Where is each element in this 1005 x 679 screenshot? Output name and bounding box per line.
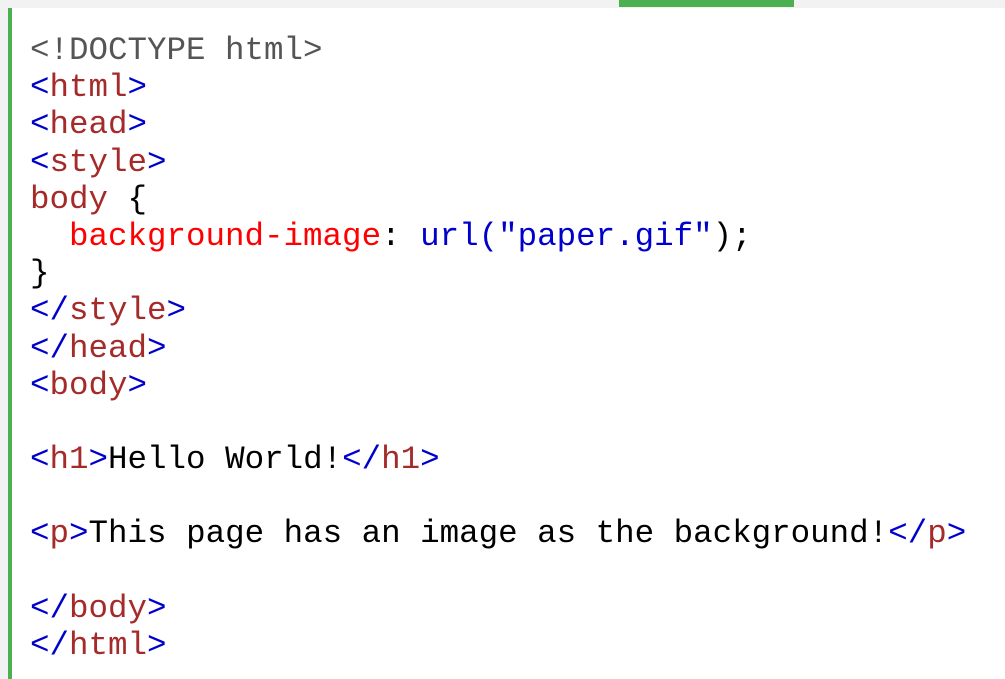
- code-text: This page has an image as the background…: [88, 515, 889, 553]
- tag-bracket: >: [147, 589, 167, 627]
- tag-bracket: <: [30, 69, 50, 107]
- tag-bracket: >: [147, 627, 167, 664]
- tag-bracket: >: [127, 366, 148, 404]
- css-value: "paper.gif": [498, 217, 713, 255]
- tag-name: html: [69, 627, 148, 664]
- code-block: <!DOCTYPE html> <html> <head> <style> body {…: [30, 32, 966, 664]
- code-line: <h1>Hello World!</h1>: [30, 441, 966, 478]
- code-line: background-image: url("paper.gif");: [30, 218, 966, 255]
- code-text: {: [108, 180, 148, 218]
- code-line: </html>: [30, 627, 966, 664]
- code-text: );: [712, 217, 752, 255]
- code-line: }: [30, 255, 966, 292]
- code-text: :: [381, 217, 421, 255]
- tag-name: h1: [381, 441, 421, 479]
- tag-bracket: <: [30, 366, 50, 404]
- tag-name: body: [49, 366, 128, 404]
- tag-bracket: </: [30, 292, 70, 330]
- tag-bracket: >: [147, 329, 167, 367]
- tag-bracket: </: [30, 627, 70, 664]
- tag-name: head: [49, 106, 128, 144]
- css-property: background-image: [69, 217, 382, 255]
- tag-name: body: [30, 180, 109, 218]
- css-value: url(: [420, 217, 499, 255]
- tag-name: p: [927, 515, 947, 553]
- tag-bracket: >: [127, 106, 148, 144]
- tag-bracket: >: [166, 292, 187, 330]
- code-example-panel: <!DOCTYPE html> <html> <head> <style> body {…: [8, 8, 1005, 679]
- code-line: <body>: [30, 367, 966, 404]
- tag-name: body: [69, 589, 148, 627]
- doctype-text: <!DOCTYPE html>: [30, 32, 323, 69]
- tag-bracket: <: [30, 143, 50, 181]
- tag-bracket: <: [30, 441, 50, 479]
- tag-bracket: >: [946, 515, 967, 553]
- code-text: }: [30, 255, 50, 293]
- code-line: </style>: [30, 292, 966, 329]
- tag-name: head: [69, 329, 148, 367]
- code-line: </body>: [30, 590, 966, 627]
- tag-bracket: </: [30, 329, 70, 367]
- code-line: <!DOCTYPE html>: [30, 32, 966, 69]
- tag-bracket: >: [420, 441, 440, 479]
- code-line: <style>: [30, 144, 966, 181]
- tag-bracket: <: [30, 106, 50, 144]
- code-text: Hello World!: [108, 441, 343, 479]
- tag-name: p: [49, 515, 70, 553]
- tag-name: style: [69, 292, 167, 330]
- code-line: </head>: [30, 330, 966, 367]
- tag-bracket: </: [30, 589, 70, 627]
- tag-bracket: >: [127, 69, 148, 107]
- code-line: <p>This page has an image as the backgro…: [30, 515, 966, 552]
- tag-name: html: [49, 69, 128, 107]
- code-line: <head>: [30, 106, 966, 143]
- code-line: <html>: [30, 69, 966, 106]
- tag-name: style: [49, 143, 148, 181]
- tag-bracket: >: [88, 441, 109, 479]
- top-strip: [0, 0, 1005, 8]
- tag-bracket: <: [30, 515, 50, 553]
- active-tab-indicator: [619, 0, 794, 7]
- tag-bracket: >: [147, 143, 167, 181]
- tag-bracket: >: [69, 515, 89, 553]
- tag-bracket: </: [888, 515, 928, 553]
- code-line: body {: [30, 181, 966, 218]
- tag-name: h1: [49, 441, 89, 479]
- tag-bracket: </: [342, 441, 382, 479]
